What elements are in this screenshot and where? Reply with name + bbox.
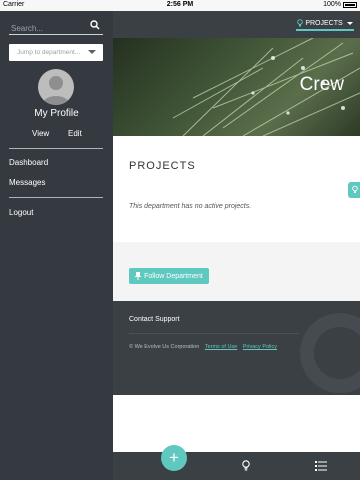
search-icon[interactable] <box>90 20 100 30</box>
battery-indicator: 100% <box>323 1 357 8</box>
projects-dropdown[interactable]: PROJECTS <box>296 17 354 31</box>
edit-profile-link[interactable]: Edit <box>68 129 82 138</box>
privacy-link[interactable]: Privacy Policy <box>243 344 277 350</box>
department-title: Crew <box>299 74 344 95</box>
follow-area: Follow Department <box>113 242 360 301</box>
sidebar: Jump to department... My Profile View Ed… <box>0 11 113 480</box>
lightbulb-icon[interactable] <box>241 460 251 472</box>
bottom-toolbar: + <box>113 445 360 480</box>
clock: 2:56 PM <box>166 1 194 8</box>
battery-percent: 100% <box>323 1 341 8</box>
empty-projects-message: This department has no active projects. <box>129 203 252 210</box>
main-content: PROJECTS Crew PROJECTS This department h… <box>113 11 360 480</box>
contact-support-link[interactable]: Contact Support <box>129 316 180 323</box>
projects-section: PROJECTS This department has no active p… <box>113 136 360 242</box>
lightbulb-icon <box>297 19 304 27</box>
sidebar-item-messages[interactable]: Messages <box>9 178 45 187</box>
footer: Contact Support © We Evolve Us Corporati… <box>113 301 360 395</box>
divider <box>9 148 103 149</box>
battery-icon <box>343 1 357 8</box>
footer-legal: © We Evolve Us Corporation Terms of Use … <box>129 344 277 350</box>
profile-name[interactable]: My Profile <box>0 108 113 119</box>
lightbulb-icon <box>352 185 358 193</box>
add-button[interactable]: + <box>161 445 187 471</box>
caret-down-icon <box>346 21 353 25</box>
department-select-placeholder: Jump to department... <box>17 49 81 56</box>
department-select[interactable]: Jump to department... <box>9 44 103 61</box>
terms-link[interactable]: Terms of Use <box>205 344 237 350</box>
copyright-text: © We Evolve Us Corporation <box>129 344 200 350</box>
sidebar-item-logout[interactable]: Logout <box>9 208 33 217</box>
status-bar: Carrier 2:56 PM 100% <box>0 0 360 11</box>
top-bar: PROJECTS <box>113 11 360 38</box>
logo-watermark <box>300 313 360 393</box>
department-hero: Crew <box>113 38 360 136</box>
search-input[interactable] <box>9 20 89 37</box>
follow-department-button[interactable]: Follow Department <box>129 268 209 284</box>
projects-section-title: PROJECTS <box>129 160 196 172</box>
avatar-placeholder-icon <box>42 76 70 105</box>
follow-department-label: Follow Department <box>144 272 203 280</box>
chevron-down-icon <box>88 50 96 54</box>
divider <box>9 197 103 198</box>
view-profile-link[interactable]: View <box>32 129 49 138</box>
projects-dropdown-label: PROJECTS <box>305 19 343 27</box>
avatar[interactable] <box>38 69 74 105</box>
search-box <box>9 18 103 37</box>
content-blank-area <box>113 395 360 452</box>
sidebar-item-dashboard[interactable]: Dashboard <box>9 158 48 167</box>
projects-side-tab[interactable] <box>348 182 360 198</box>
pin-icon <box>135 272 142 280</box>
footer-divider <box>129 333 299 334</box>
list-icon[interactable] <box>315 460 327 472</box>
